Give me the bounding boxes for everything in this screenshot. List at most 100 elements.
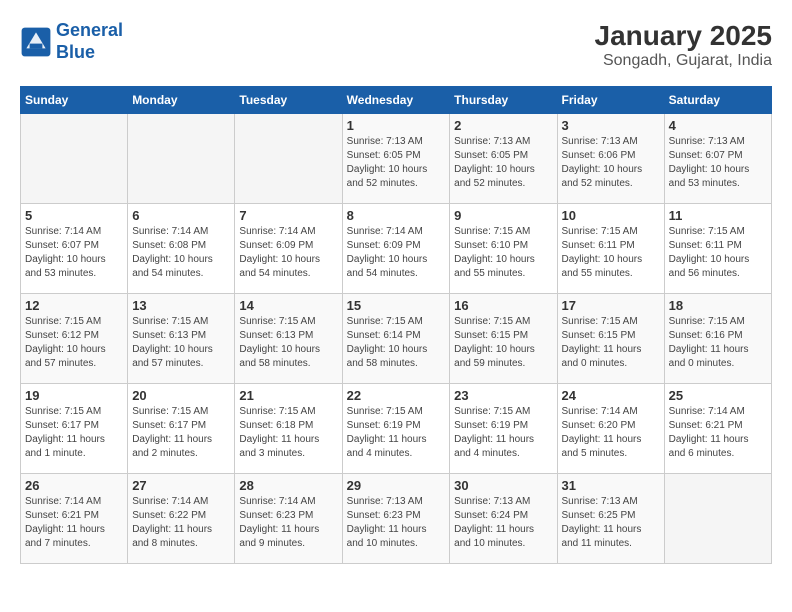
day-number: 5: [25, 208, 123, 223]
calendar-cell: 1 Sunrise: 7:13 AMSunset: 6:05 PMDaylight…: [342, 114, 450, 204]
day-info: Sunrise: 7:14 AMSunset: 6:21 PMDaylight:…: [669, 405, 767, 461]
header-saturday: Saturday: [664, 87, 771, 114]
day-number: 24: [562, 388, 660, 403]
page-header: General Blue January 2025 Songadh, Gujar…: [20, 20, 772, 70]
day-info: Sunrise: 7:15 AMSunset: 6:15 PMDaylight:…: [562, 315, 660, 371]
header-friday: Friday: [557, 87, 664, 114]
calendar-cell: 4Sunrise: 7:13 AMSunset: 6:07 PMDaylight…: [664, 114, 771, 204]
calendar-cell: 8 Sunrise: 7:14 AMSunset: 6:09 PMDaylight…: [342, 204, 450, 294]
calendar-cell: 23Sunrise: 7:15 AMSunset: 6:19 PMDayligh…: [450, 384, 557, 474]
day-number: 6: [132, 208, 230, 223]
day-number: 27: [132, 478, 230, 493]
logo-icon: [20, 26, 52, 58]
calendar-cell: 2 Sunrise: 7:13 AMSunset: 6:05 PMDaylight…: [450, 114, 557, 204]
day-info: Sunrise: 7:15 AMSunset: 6:18 PMDaylight:…: [239, 405, 337, 461]
day-number: 30: [454, 478, 552, 493]
calendar-cell: 5 Sunrise: 7:14 AMSunset: 6:07 PMDaylight…: [21, 204, 128, 294]
calendar-cell: 30 Sunrise: 7:13 AMSunset: 6:24 PMDayligh…: [450, 474, 557, 564]
calendar-cell: 21Sunrise: 7:15 AMSunset: 6:18 PMDayligh…: [235, 384, 342, 474]
day-number: 4: [669, 118, 767, 133]
header-thursday: Thursday: [450, 87, 557, 114]
day-number: 12: [25, 298, 123, 313]
header-wednesday: Wednesday: [342, 87, 450, 114]
day-info: Sunrise: 7:14 AMSunset: 6:22 PMDaylight:…: [132, 495, 230, 551]
calendar-cell: 19 Sunrise: 7:15 AMSunset: 6:17 PMDayligh…: [21, 384, 128, 474]
title-block: January 2025 Songadh, Gujarat, India: [595, 20, 772, 70]
calendar-week-3: 12 Sunrise: 7:15 AMSunset: 6:12 PMDayligh…: [21, 294, 772, 384]
day-info: Sunrise: 7:13 AMSunset: 6:23 PMDaylight:…: [347, 495, 446, 551]
calendar-week-1: 1 Sunrise: 7:13 AMSunset: 6:05 PMDaylight…: [21, 114, 772, 204]
calendar-cell: 3Sunrise: 7:13 AMSunset: 6:06 PMDaylight…: [557, 114, 664, 204]
day-info: Sunrise: 7:13 AMSunset: 6:05 PMDaylight:…: [347, 135, 446, 191]
day-info: Sunrise: 7:14 AMSunset: 6:21 PMDaylight:…: [25, 495, 123, 551]
calendar-cell: 20Sunrise: 7:15 AMSunset: 6:17 PMDayligh…: [128, 384, 235, 474]
day-info: Sunrise: 7:15 AMSunset: 6:11 PMDaylight:…: [669, 225, 767, 281]
day-number: 15: [347, 298, 446, 313]
day-info: Sunrise: 7:13 AMSunset: 6:05 PMDaylight:…: [454, 135, 552, 191]
calendar-title: January 2025: [595, 20, 772, 52]
calendar-cell: 27 Sunrise: 7:14 AMSunset: 6:22 PMDayligh…: [128, 474, 235, 564]
calendar-cell: 29 Sunrise: 7:13 AMSunset: 6:23 PMDayligh…: [342, 474, 450, 564]
calendar-cell: [664, 474, 771, 564]
logo-line2: Blue: [56, 42, 95, 62]
day-number: 16: [454, 298, 552, 313]
day-number: 2: [454, 118, 552, 133]
calendar-cell: 13Sunrise: 7:15 AMSunset: 6:13 PMDayligh…: [128, 294, 235, 384]
header-tuesday: Tuesday: [235, 87, 342, 114]
day-info: Sunrise: 7:13 AMSunset: 6:24 PMDaylight:…: [454, 495, 552, 551]
calendar-cell: 10Sunrise: 7:15 AMSunset: 6:11 PMDayligh…: [557, 204, 664, 294]
calendar-cell: 6 Sunrise: 7:14 AMSunset: 6:08 PMDaylight…: [128, 204, 235, 294]
day-number: 10: [562, 208, 660, 223]
day-number: 20: [132, 388, 230, 403]
day-info: Sunrise: 7:14 AMSunset: 6:09 PMDaylight:…: [239, 225, 337, 281]
day-number: 26: [25, 478, 123, 493]
day-info: Sunrise: 7:13 AMSunset: 6:25 PMDaylight:…: [562, 495, 660, 551]
calendar-cell: 28Sunrise: 7:14 AMSunset: 6:23 PMDayligh…: [235, 474, 342, 564]
day-info: Sunrise: 7:15 AMSunset: 6:19 PMDaylight:…: [454, 405, 552, 461]
calendar-table: Sunday Monday Tuesday Wednesday Thursday…: [20, 86, 772, 564]
day-info: Sunrise: 7:15 AMSunset: 6:16 PMDaylight:…: [669, 315, 767, 371]
calendar-cell: 11 Sunrise: 7:15 AMSunset: 6:11 PMDayligh…: [664, 204, 771, 294]
day-info: Sunrise: 7:13 AMSunset: 6:06 PMDaylight:…: [562, 135, 660, 191]
day-number: 19: [25, 388, 123, 403]
day-number: 1: [347, 118, 446, 133]
day-info: Sunrise: 7:15 AMSunset: 6:13 PMDaylight:…: [132, 315, 230, 371]
day-number: 29: [347, 478, 446, 493]
calendar-cell: 12 Sunrise: 7:15 AMSunset: 6:12 PMDayligh…: [21, 294, 128, 384]
day-number: 9: [454, 208, 552, 223]
day-info: Sunrise: 7:14 AMSunset: 6:09 PMDaylight:…: [347, 225, 446, 281]
day-number: 25: [669, 388, 767, 403]
calendar-cell: 24 Sunrise: 7:14 AMSunset: 6:20 PMDayligh…: [557, 384, 664, 474]
calendar-cell: 31 Sunrise: 7:13 AMSunset: 6:25 PMDayligh…: [557, 474, 664, 564]
day-info: Sunrise: 7:15 AMSunset: 6:17 PMDaylight:…: [25, 405, 123, 461]
day-number: 17: [562, 298, 660, 313]
calendar-cell: [235, 114, 342, 204]
calendar-cell: 25 Sunrise: 7:14 AMSunset: 6:21 PMDayligh…: [664, 384, 771, 474]
day-info: Sunrise: 7:15 AMSunset: 6:13 PMDaylight:…: [239, 315, 337, 371]
day-info: Sunrise: 7:14 AMSunset: 6:20 PMDaylight:…: [562, 405, 660, 461]
day-number: 8: [347, 208, 446, 223]
calendar-cell: 22 Sunrise: 7:15 AMSunset: 6:19 PMDayligh…: [342, 384, 450, 474]
day-number: 28: [239, 478, 337, 493]
calendar-cell: 7 Sunrise: 7:14 AMSunset: 6:09 PMDaylight…: [235, 204, 342, 294]
logo: General Blue: [20, 20, 123, 63]
day-number: 11: [669, 208, 767, 223]
day-number: 22: [347, 388, 446, 403]
day-info: Sunrise: 7:15 AMSunset: 6:19 PMDaylight:…: [347, 405, 446, 461]
header-row: Sunday Monday Tuesday Wednesday Thursday…: [21, 87, 772, 114]
calendar-week-5: 26 Sunrise: 7:14 AMSunset: 6:21 PMDayligh…: [21, 474, 772, 564]
day-number: 31: [562, 478, 660, 493]
day-info: Sunrise: 7:14 AMSunset: 6:08 PMDaylight:…: [132, 225, 230, 281]
calendar-week-4: 19 Sunrise: 7:15 AMSunset: 6:17 PMDayligh…: [21, 384, 772, 474]
day-info: Sunrise: 7:14 AMSunset: 6:07 PMDaylight:…: [25, 225, 123, 281]
day-info: Sunrise: 7:15 AMSunset: 6:14 PMDaylight:…: [347, 315, 446, 371]
day-info: Sunrise: 7:15 AMSunset: 6:15 PMDaylight:…: [454, 315, 552, 371]
calendar-subtitle: Songadh, Gujarat, India: [595, 52, 772, 70]
logo-text: General Blue: [56, 20, 123, 63]
day-info: Sunrise: 7:15 AMSunset: 6:12 PMDaylight:…: [25, 315, 123, 371]
calendar-cell: [128, 114, 235, 204]
day-number: 14: [239, 298, 337, 313]
day-number: 7: [239, 208, 337, 223]
header-sunday: Sunday: [21, 87, 128, 114]
calendar-cell: [21, 114, 128, 204]
